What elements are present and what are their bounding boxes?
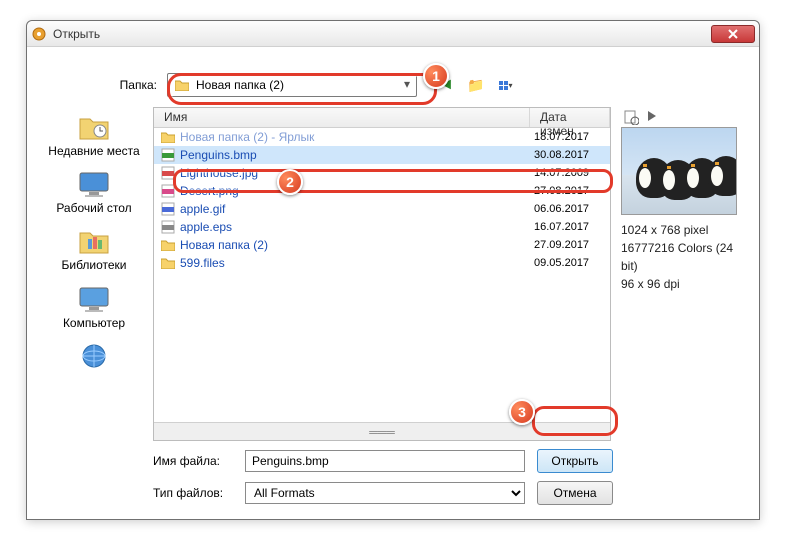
file-row[interactable]: Новая папка (2)27.09.2017 — [154, 236, 610, 254]
annotation-badge-3: 3 — [509, 399, 535, 425]
file-date: 09.05.2017 — [534, 257, 604, 269]
libraries-icon — [76, 225, 112, 257]
filetype-select[interactable]: All Formats — [245, 482, 525, 504]
place-label: Рабочий стол — [56, 202, 131, 215]
file-rows: Новая папка (2) - Ярлык18.07.2017Penguin… — [154, 128, 610, 422]
meta-dpi: 96 x 96 dpi — [621, 275, 741, 293]
preview-play-icon[interactable] — [645, 109, 659, 125]
file-row[interactable]: Lighthouse.jpg14.07.2009 — [154, 164, 610, 182]
file-date: 14.07.2009 — [534, 167, 604, 179]
file-date: 30.08.2017 — [534, 149, 604, 161]
close-icon — [728, 29, 738, 39]
titlebar: Открыть — [27, 21, 759, 47]
file-name: Новая папка (2) — [180, 238, 534, 252]
file-row[interactable]: Desert.png27.08.2017 — [154, 182, 610, 200]
bottom-controls: Имя файла: Открыть Тип файлов: All Forma… — [45, 449, 741, 505]
close-button[interactable] — [711, 25, 755, 43]
file-row[interactable]: 599.files09.05.2017 — [154, 254, 610, 272]
file-type-icon — [160, 184, 176, 198]
app-icon — [31, 26, 47, 42]
folder-row: Папка: Новая папка (2) ◄ 📁 ▾ — [45, 73, 741, 97]
preview-meta: 1024 x 768 pixel 16777216 Colors (24 bit… — [621, 221, 741, 293]
place-computer[interactable]: Компьютер — [45, 283, 143, 330]
file-type-icon — [160, 130, 176, 144]
place-label: Библиотеки — [61, 259, 126, 272]
file-date: 18.07.2017 — [534, 131, 604, 143]
up-button[interactable]: 📁 — [465, 74, 487, 96]
filename-label: Имя файла: — [153, 454, 233, 468]
file-row[interactable]: Penguins.bmp30.08.2017 — [154, 146, 610, 164]
place-recent[interactable]: Недавние места — [45, 111, 143, 158]
place-label: Компьютер — [63, 317, 125, 330]
file-date: 16.07.2017 — [534, 221, 604, 233]
scrollbar-horizontal[interactable]: ═══ — [154, 422, 610, 440]
file-row[interactable]: Новая папка (2) - Ярлык18.07.2017 — [154, 128, 610, 146]
file-type-icon — [160, 148, 176, 162]
preview-pane: 1024 x 768 pixel 16777216 Colors (24 bit… — [621, 107, 741, 441]
open-file-dialog: Открыть Папка: Новая папка (2) ◄ 📁 ▾ — [26, 20, 760, 520]
file-name: Lighthouse.jpg — [180, 166, 534, 180]
file-name: 599.files — [180, 256, 534, 270]
meta-dimensions: 1024 x 768 pixel — [621, 221, 741, 239]
meta-colors: 16777216 Colors (24 bit) — [621, 239, 741, 275]
open-button[interactable]: Открыть — [537, 449, 613, 473]
file-type-icon — [160, 256, 176, 270]
preview-thumbnail — [621, 127, 737, 215]
file-name: Desert.png — [180, 184, 534, 198]
file-list: Имя Дата измен Новая папка (2) - Ярлык18… — [153, 107, 611, 441]
places-bar: Недавние места Рабочий стол Библиотеки К… — [45, 107, 143, 441]
cancel-button[interactable]: Отмена — [537, 481, 613, 505]
file-row[interactable]: apple.eps16.07.2017 — [154, 218, 610, 236]
place-label: Недавние места — [48, 145, 139, 158]
file-date: 27.09.2017 — [534, 239, 604, 251]
recent-icon — [76, 111, 112, 143]
file-name: Новая папка (2) - Ярлык — [180, 130, 534, 144]
folder-current: Новая папка (2) — [196, 78, 284, 92]
col-name[interactable]: Имя — [154, 108, 530, 127]
file-type-icon — [160, 238, 176, 252]
filename-input[interactable] — [245, 450, 525, 472]
up-arrow-icon: 📁 — [467, 77, 484, 94]
file-name: Penguins.bmp — [180, 148, 534, 162]
file-type-icon — [160, 220, 176, 234]
file-type-icon — [160, 202, 176, 216]
file-name: apple.eps — [180, 220, 534, 234]
preview-tool-icon[interactable] — [623, 109, 639, 125]
computer-icon — [76, 283, 112, 315]
filetype-label: Тип файлов: — [153, 486, 233, 500]
annotation-badge-1: 1 — [423, 63, 449, 89]
place-network[interactable] — [45, 340, 143, 374]
folder-label: Папка: — [115, 78, 157, 92]
file-date: 27.08.2017 — [534, 185, 604, 197]
view-button[interactable]: ▾ — [495, 74, 517, 96]
place-libraries[interactable]: Библиотеки — [45, 225, 143, 272]
file-name: apple.gif — [180, 202, 534, 216]
folder-dropdown[interactable]: Новая папка (2) — [167, 73, 417, 97]
file-date: 06.06.2017 — [534, 203, 604, 215]
annotation-badge-2: 2 — [277, 169, 303, 195]
file-type-icon — [160, 166, 176, 180]
col-date[interactable]: Дата измен — [530, 108, 610, 127]
window-title: Открыть — [53, 27, 711, 41]
column-headers[interactable]: Имя Дата измен — [154, 108, 610, 128]
desktop-icon — [76, 168, 112, 200]
place-desktop[interactable]: Рабочий стол — [45, 168, 143, 215]
file-row[interactable]: apple.gif06.06.2017 — [154, 200, 610, 218]
network-icon — [76, 340, 112, 372]
folder-icon — [174, 77, 190, 93]
grid-icon — [499, 81, 508, 90]
